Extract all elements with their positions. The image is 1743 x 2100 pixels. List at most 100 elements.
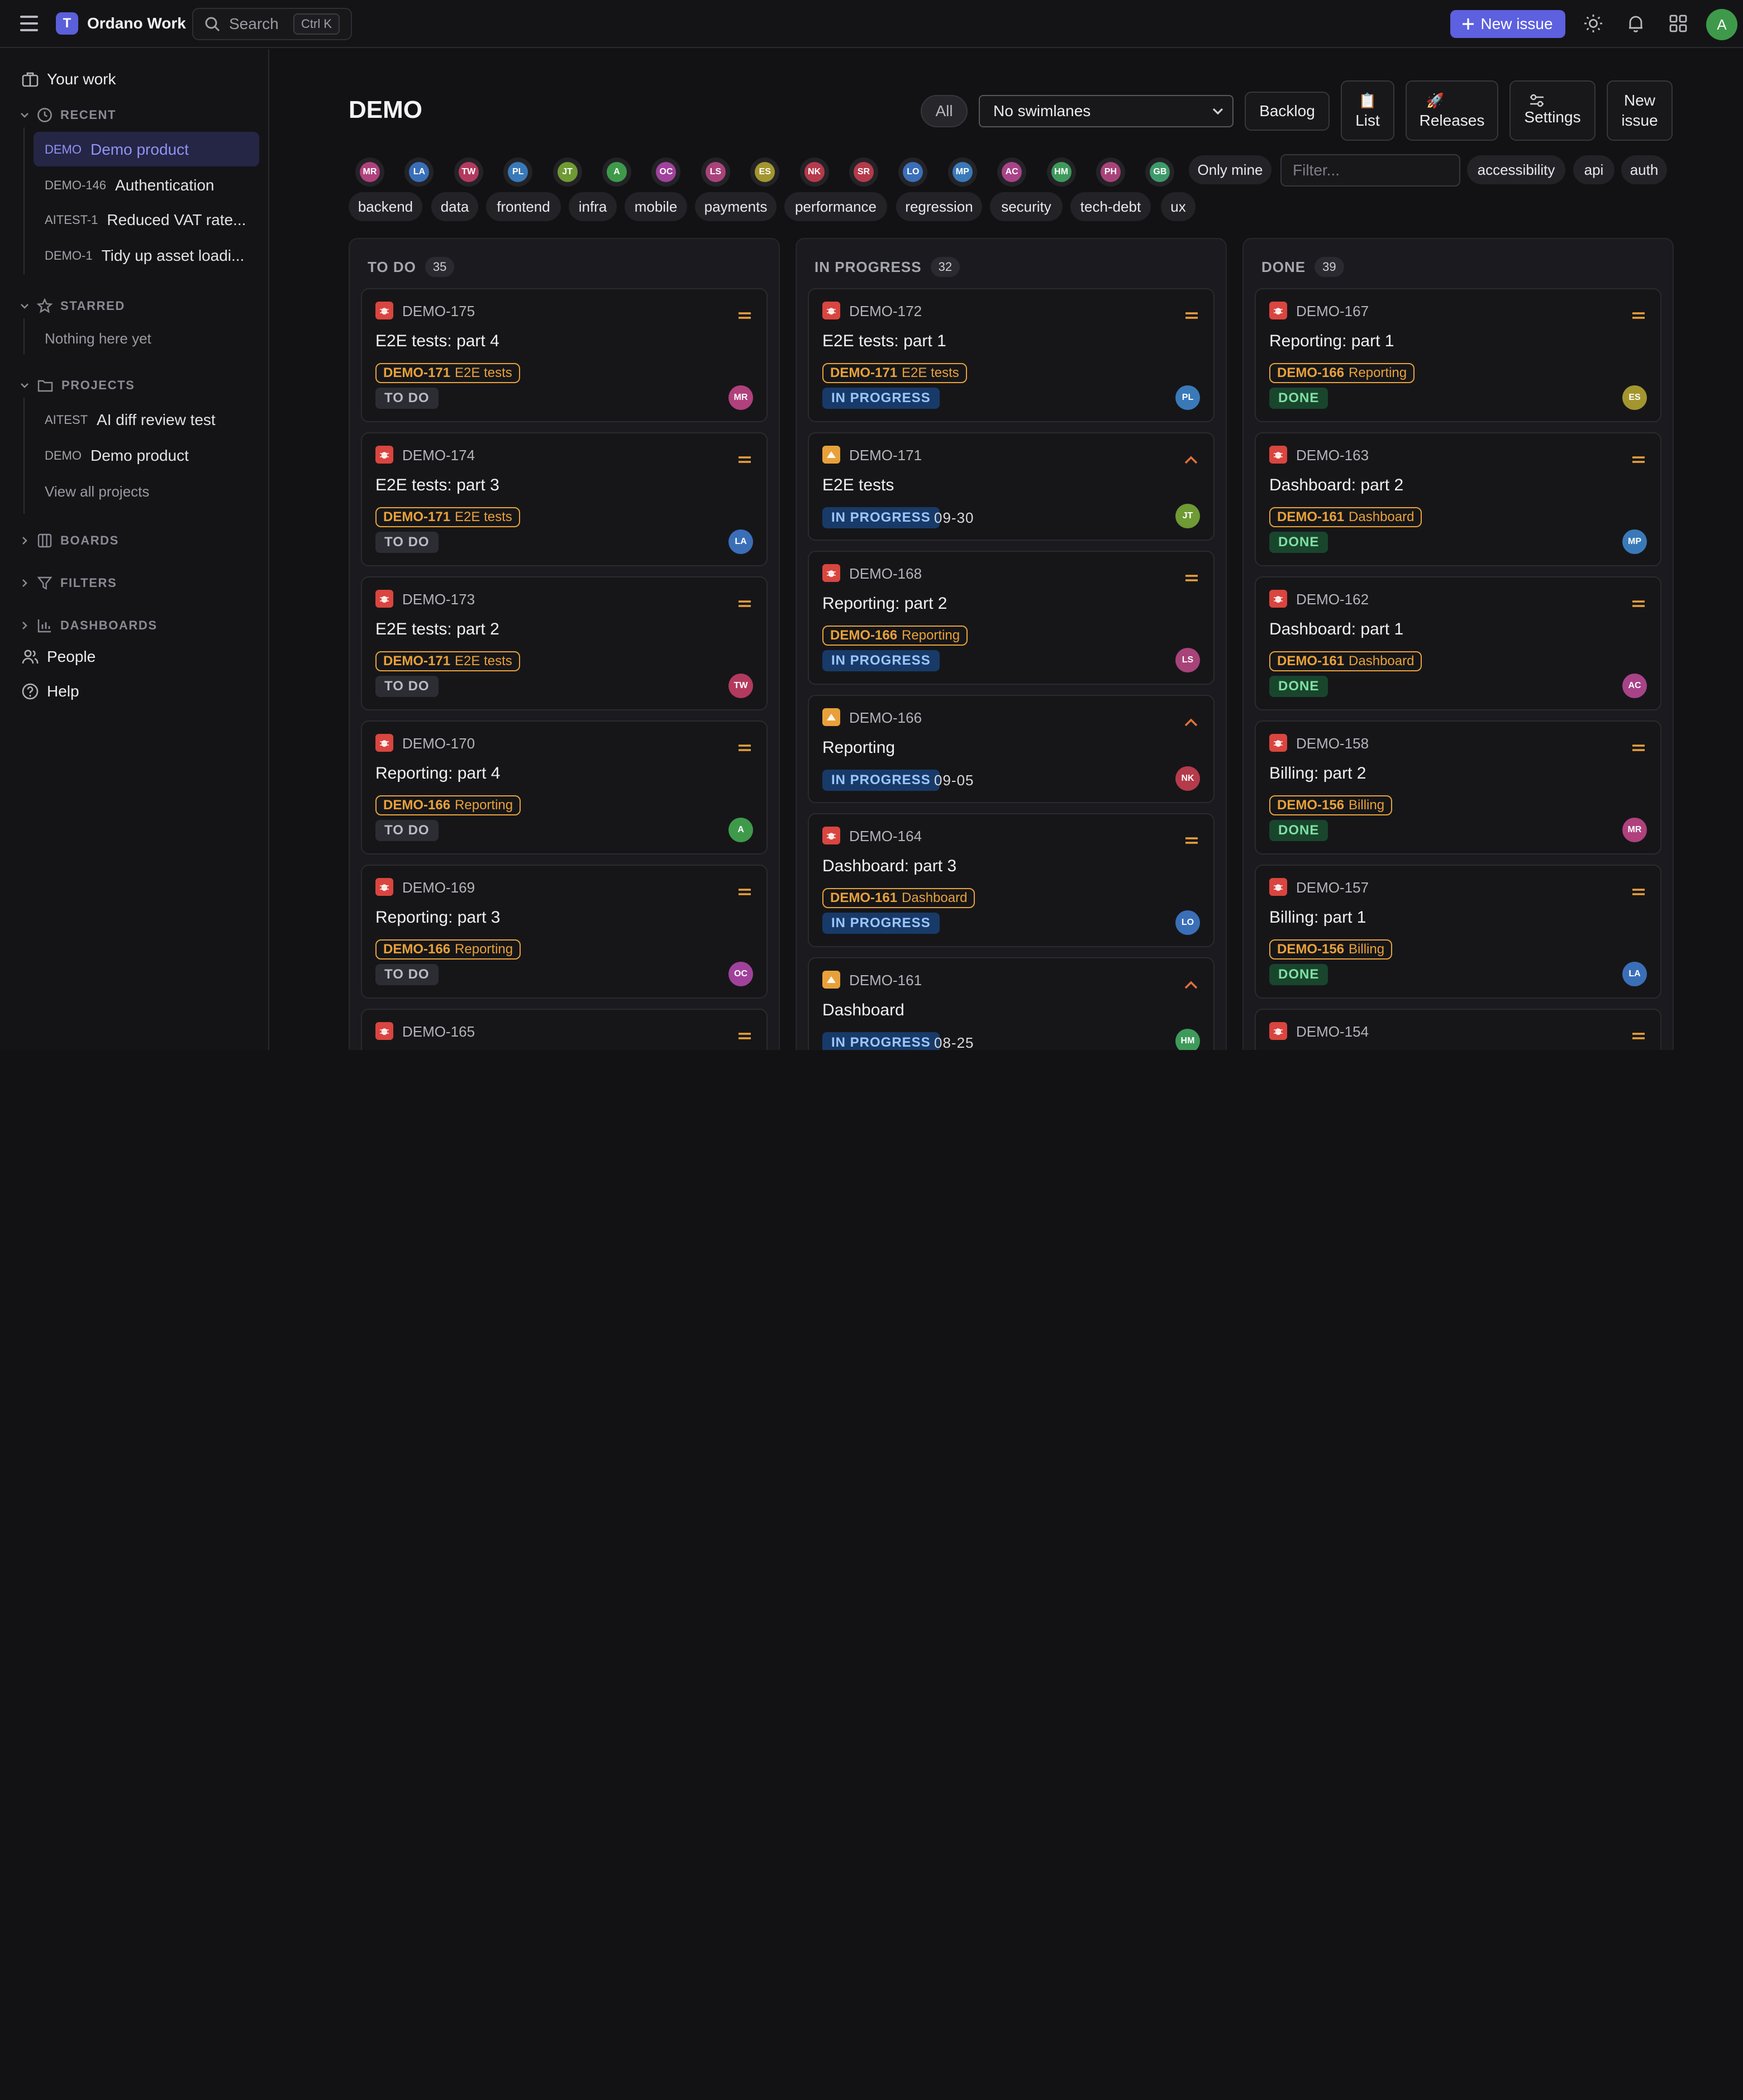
assignee-filter-pl[interactable]: PL [503, 157, 533, 187]
epic-link-badge[interactable]: DEMO-161 Dashboard [1269, 651, 1422, 671]
epic-link-badge[interactable]: DEMO-171 E2E tests [822, 363, 967, 383]
assignee-avatar[interactable]: LS [1175, 648, 1200, 672]
assignee-avatar[interactable]: AC [1622, 674, 1647, 698]
assignee-filter-tw[interactable]: TW [454, 157, 483, 187]
assignee-filter-mp[interactable]: MP [947, 157, 977, 187]
recent-item-aitest-1[interactable]: AITEST-1 Reduced VAT rate... [45, 209, 313, 231]
assignee-filter-ls[interactable]: LS [701, 157, 730, 187]
project-item-demo[interactable]: DEMO Demo product [45, 445, 313, 467]
recent-section-header[interactable]: RECENT [19, 105, 287, 125]
label-filter-backend[interactable]: backend [349, 192, 422, 221]
assignee-avatar[interactable]: LO [1175, 910, 1200, 935]
issue-card[interactable]: DEMO-165 [361, 1009, 768, 1050]
label-filter-api[interactable]: api [1573, 155, 1615, 184]
assignee-avatar[interactable]: A [728, 818, 753, 842]
issue-card[interactable]: DEMO-175 E2E tests: part 4 DEMO-171 E2E tes… [361, 288, 768, 422]
assignee-avatar[interactable]: MP [1622, 529, 1647, 554]
label-filter-frontend[interactable]: frontend [486, 192, 561, 221]
recent-item-demo[interactable]: DEMO Demo product [45, 139, 313, 161]
label-filter-auth[interactable]: auth [1621, 155, 1667, 184]
sidebar-item-your-work[interactable]: Your work [21, 68, 289, 90]
assignee-filter-a[interactable]: A [602, 157, 631, 187]
label-filter-payments[interactable]: payments [695, 192, 777, 221]
new-issue-button[interactable]: New issue [1450, 10, 1565, 38]
recent-item-demo-1[interactable]: DEMO-1 Tidy up asset loadi... [45, 245, 313, 267]
new-issue-board-button[interactable]: New issue [1607, 80, 1673, 141]
epic-link-badge[interactable]: DEMO-171 E2E tests [375, 363, 520, 383]
issue-card[interactable]: DEMO-157 Billing: part 1 DEMO-156 Billing DO… [1255, 865, 1661, 999]
issue-card[interactable]: DEMO-161 Dashboard IN PROGRESS 08-25 HM [808, 957, 1215, 1050]
issue-card[interactable]: DEMO-168 Reporting: part 2 DEMO-166 Reporti… [808, 551, 1215, 685]
epic-link-badge[interactable]: DEMO-171 E2E tests [375, 507, 520, 527]
issue-card[interactable]: DEMO-162 Dashboard: part 1 DEMO-161 Dashboa… [1255, 576, 1661, 710]
assignee-avatar[interactable]: LA [728, 529, 753, 554]
dashboards-section-header[interactable]: DASHBOARDS [19, 615, 287, 636]
assignee-avatar[interactable]: HM [1175, 1029, 1200, 1050]
issue-card[interactable]: DEMO-164 Dashboard: part 3 DEMO-161 Dashboa… [808, 813, 1215, 947]
assignee-filter-oc[interactable]: OC [651, 157, 681, 187]
issue-card[interactable]: DEMO-173 E2E tests: part 2 DEMO-171 E2E tes… [361, 576, 768, 710]
backlog-button[interactable]: Backlog [1245, 92, 1330, 131]
issue-card[interactable]: DEMO-167 Reporting: part 1 DEMO-166 Reporti… [1255, 288, 1661, 422]
sidebar-item-help[interactable]: Help [21, 680, 289, 703]
apps-grid-icon[interactable] [1668, 13, 1688, 34]
recent-item-demo-146[interactable]: DEMO-146 Authentication [45, 174, 313, 197]
label-filter-accessibility[interactable]: accessibility [1467, 155, 1565, 184]
issue-card[interactable]: DEMO-170 Reporting: part 4 DEMO-166 Reporti… [361, 720, 768, 855]
assignee-filter-lo[interactable]: LO [898, 157, 928, 187]
label-filter-performance[interactable]: performance [784, 192, 887, 221]
all-toggle[interactable]: All [921, 95, 968, 127]
issue-card[interactable]: DEMO-166 Reporting IN PROGRESS 09-05 NK [808, 695, 1215, 803]
issue-card[interactable]: DEMO-154 [1255, 1009, 1661, 1050]
epic-link-badge[interactable]: DEMO-156 Billing [1269, 939, 1393, 960]
epic-link-badge[interactable]: DEMO-171 E2E tests [375, 651, 520, 671]
epic-link-badge[interactable]: DEMO-161 Dashboard [1269, 507, 1422, 527]
assignee-filter-nk[interactable]: NK [799, 157, 829, 187]
issue-card[interactable]: DEMO-172 E2E tests: part 1 DEMO-171 E2E tes… [808, 288, 1215, 422]
label-filter-security[interactable]: security [990, 192, 1063, 221]
view-all-projects-link[interactable]: View all projects [45, 481, 313, 502]
filters-section-header[interactable]: FILTERS [19, 573, 287, 593]
assignee-avatar[interactable]: JT [1175, 504, 1200, 528]
epic-link-badge[interactable]: DEMO-166 Reporting [375, 939, 521, 960]
epic-link-badge[interactable]: DEMO-156 Billing [1269, 795, 1393, 815]
assignee-avatar[interactable]: PL [1175, 385, 1200, 410]
issue-card[interactable]: DEMO-163 Dashboard: part 2 DEMO-161 Dashboa… [1255, 432, 1661, 566]
issue-card[interactable]: DEMO-158 Billing: part 2 DEMO-156 Billing DO… [1255, 720, 1661, 855]
projects-section-header[interactable]: PROJECTS [19, 375, 287, 395]
issue-card[interactable]: DEMO-174 E2E tests: part 3 DEMO-171 E2E tes… [361, 432, 768, 566]
search-input[interactable]: Search Ctrl K [192, 8, 352, 40]
project-item-aitest[interactable]: AITEST AI diff review test [45, 409, 313, 431]
menu-icon[interactable] [20, 16, 38, 31]
assignee-avatar[interactable]: LA [1622, 962, 1647, 986]
label-filter-regression[interactable]: regression [896, 192, 982, 221]
filter-input[interactable] [1280, 154, 1460, 187]
swimlanes-select[interactable]: No swimlanes [979, 95, 1234, 127]
issue-card[interactable]: DEMO-169 Reporting: part 3 DEMO-166 Reporti… [361, 865, 768, 999]
assignee-filter-mr[interactable]: MR [355, 157, 384, 187]
list-button[interactable]: 📋 List [1341, 80, 1394, 141]
boards-section-header[interactable]: BOARDS [19, 531, 287, 551]
epic-link-badge[interactable]: DEMO-166 Reporting [375, 795, 521, 815]
label-filter-tech-debt[interactable]: tech-debt [1070, 192, 1151, 221]
label-filter-infra[interactable]: infra [569, 192, 617, 221]
assignee-filter-ac[interactable]: AC [997, 157, 1027, 187]
assignee-filter-gb[interactable]: GB [1145, 157, 1175, 187]
epic-link-badge[interactable]: DEMO-166 Reporting [822, 626, 968, 646]
assignee-avatar[interactable]: OC [728, 962, 753, 986]
settings-button[interactable]: Settings [1509, 80, 1596, 141]
issue-card[interactable]: DEMO-171 E2E tests IN PROGRESS 09-30 JT [808, 432, 1215, 541]
label-filter-mobile[interactable]: mobile [625, 192, 687, 221]
starred-section-header[interactable]: STARRED [19, 296, 287, 316]
sun-icon[interactable] [1583, 13, 1603, 34]
epic-link-badge[interactable]: DEMO-166 Reporting [1269, 363, 1415, 383]
assignee-filter-es[interactable]: ES [750, 157, 780, 187]
assignee-filter-jt[interactable]: JT [553, 157, 582, 187]
assignee-avatar[interactable]: MR [1622, 818, 1647, 842]
assignee-filter-sr[interactable]: SR [849, 157, 878, 187]
assignee-avatar[interactable]: MR [728, 385, 753, 410]
assignee-filter-la[interactable]: LA [404, 157, 434, 187]
sidebar-item-people[interactable]: People [21, 646, 289, 668]
label-filter-data[interactable]: data [431, 192, 478, 221]
user-avatar[interactable]: A [1706, 9, 1737, 40]
